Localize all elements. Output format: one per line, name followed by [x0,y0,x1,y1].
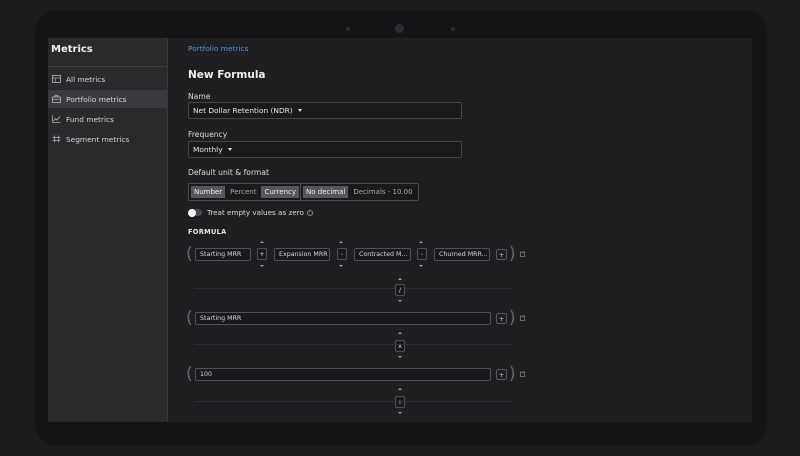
add-term-button-row3[interactable]: + [496,369,507,380]
unit-number-option[interactable]: Number [191,186,226,198]
move-up-icon[interactable] [419,241,423,243]
empty-values-toggle-row: Treat empty values as zero i [188,208,313,217]
open-paren-row1: ( [186,244,193,264]
name-value: Net Dollar Retention (NDR) [193,106,293,115]
sidebar-item-fund-metrics[interactable]: Fund metrics [48,110,167,128]
page-title: New Formula [188,69,266,81]
sidebar: Metrics All metrics Portfolio metrics Fu… [48,38,168,422]
formula-term-starting-mrr-row2[interactable]: Starting MRR [195,312,491,325]
move-up-icon[interactable] [398,388,402,390]
trash-icon[interactable] [520,315,525,321]
unit-segmented-control: Number Percent Currency [188,183,303,201]
formula-operator-multiply[interactable]: x [395,340,405,352]
segment-grid-icon [52,134,63,144]
move-up-icon[interactable] [260,241,264,243]
briefcase-icon [52,94,63,104]
empty-values-toggle-label: Treat empty values as zero [207,208,304,217]
trash-icon[interactable] [520,251,525,257]
device-sensor-right [451,27,455,31]
chevron-down-icon [297,109,302,112]
open-paren-row3: ( [186,364,193,384]
table-icon [52,74,63,84]
move-up-icon[interactable] [339,241,343,243]
unit-currency-option[interactable]: Currency [261,186,300,198]
formula-term-churned-mrr[interactable]: Churned MRR... [434,248,490,261]
add-operator-button[interactable]: + [395,396,405,408]
sidebar-item-segment-metrics[interactable]: Segment metrics [48,130,167,148]
name-label: Name [188,92,211,101]
row-divider [194,344,512,345]
frequency-value: Monthly [193,145,223,154]
sidebar-item-all-metrics[interactable]: All metrics [48,70,167,88]
formula-operator-divide[interactable]: / [395,284,405,296]
add-term-button-row2[interactable]: + [496,313,507,324]
formula-term-starting-mrr[interactable]: Starting MRR [195,248,251,261]
formula-term-contracted-mrr[interactable]: Contracted M... [354,248,411,261]
add-term-button-row1[interactable]: + [496,249,507,260]
sidebar-item-label: Portfolio metrics [66,94,127,104]
empty-values-toggle[interactable] [188,208,202,217]
unit-format-label: Default unit & format [188,168,269,177]
sidebar-item-label: All metrics [66,74,106,84]
formula-term-constant-100[interactable]: 100 [195,368,491,381]
move-up-icon[interactable] [398,332,402,334]
chevron-down-icon [227,148,232,151]
format-decimals-option[interactable]: Decimals - 10.00 [350,186,415,198]
format-segmented-control: No decimal Decimals - 10.00 [300,183,419,201]
formula-section-label: FORMULA [188,228,227,236]
formula-operator-minus[interactable]: - [337,248,347,260]
open-paren-row2: ( [186,308,193,328]
row-divider [194,288,512,289]
move-down-icon[interactable] [260,265,264,267]
toggle-knob [188,208,196,217]
frequency-label: Frequency [188,130,228,139]
sidebar-item-label: Segment metrics [66,134,130,144]
sidebar-title: Metrics [51,44,93,55]
close-paren-row2: ) [509,308,516,328]
main-content: Portfolio metrics New Formula Name Net D… [168,38,752,422]
close-paren-row1: ) [509,244,516,264]
frequency-select[interactable]: Monthly [188,141,462,158]
device-camera [395,24,404,33]
sidebar-item-portfolio-metrics[interactable]: Portfolio metrics [48,90,167,108]
move-down-icon[interactable] [419,265,423,267]
breadcrumb[interactable]: Portfolio metrics [188,44,248,53]
sidebar-divider [48,66,167,67]
close-paren-row3: ) [509,364,516,384]
app-screen: Metrics All metrics Portfolio metrics Fu… [48,38,752,422]
formula-operator-minus-2[interactable]: - [417,248,427,260]
move-up-icon[interactable] [398,278,402,280]
move-down-icon[interactable] [398,356,402,358]
formula-term-expansion-mrr[interactable]: Expansion MRR [274,248,330,261]
move-down-icon[interactable] [398,412,402,414]
name-select[interactable]: Net Dollar Retention (NDR) [188,102,462,119]
chart-line-icon [52,114,63,124]
unit-percent-option[interactable]: Percent [227,186,259,198]
move-down-icon[interactable] [398,300,402,302]
move-down-icon[interactable] [339,265,343,267]
device-sensor-left [346,27,350,31]
formula-operator-plus[interactable]: + [257,248,267,260]
info-icon[interactable]: i [306,209,313,216]
format-no-decimal-option[interactable]: No decimal [303,186,349,198]
trash-icon[interactable] [520,371,525,377]
sidebar-item-label: Fund metrics [66,114,114,124]
row-divider [194,401,512,402]
